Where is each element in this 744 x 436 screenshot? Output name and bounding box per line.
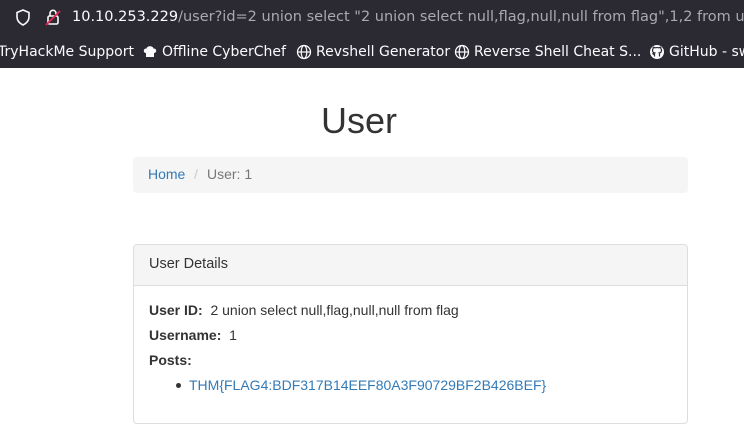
bookmark-github[interactable]: GitHub - sw (649, 44, 744, 60)
bookmark-label: Revshell Generator (316, 44, 451, 60)
posts-row: Posts: (149, 352, 192, 368)
bookmark-label: Reverse Shell Cheat S... (474, 44, 642, 60)
globe-icon (454, 44, 470, 60)
globe-icon (296, 44, 312, 60)
insecure-lock-icon[interactable] (45, 8, 61, 31)
user-id-label: User ID: (149, 302, 203, 318)
breadcrumb-current: User: 1 (207, 166, 253, 182)
breadcrumb-home-link[interactable]: Home (148, 166, 185, 182)
url-bar[interactable]: 10.10.253.229/user?id=2 union select "2 … (0, 0, 744, 36)
panel-heading: User Details (134, 245, 687, 286)
breadcrumb: Home / User: 1 (133, 157, 688, 193)
panel-title: User Details (149, 256, 228, 272)
user-id-value: 2 union select null,flag,null,null from … (210, 302, 459, 318)
post-link[interactable]: THM{FLAG4:BDF317B14EEF80A3F90729BF2B426B… (189, 377, 546, 393)
posts-label: Posts: (149, 352, 192, 368)
bookmarks-toolbar: TryHackMe Support Offline CyberChef Revs… (0, 36, 744, 68)
bookmark-label: Offline CyberChef (162, 44, 286, 60)
chef-hat-icon (143, 46, 157, 57)
url-text[interactable]: 10.10.253.229/user?id=2 union select "2 … (72, 9, 744, 25)
url-path: /user?id=2 union select "2 union select … (178, 9, 744, 25)
page-title: User (320, 100, 397, 141)
username-value: 1 (229, 327, 237, 343)
breadcrumb-separator: / (194, 166, 198, 182)
bookmark-reverse-shell-cheat-sheet[interactable]: Reverse Shell Cheat S... (454, 44, 641, 60)
shield-icon[interactable] (16, 9, 30, 31)
bookmark-offline-cyberchef[interactable]: Offline CyberChef (142, 44, 286, 60)
bookmark-label: GitHub - sw (669, 44, 744, 60)
url-host: 10.10.253.229 (72, 9, 179, 25)
github-icon (650, 45, 664, 59)
bookmark-tryhackme-support[interactable]: TryHackMe Support (0, 44, 134, 60)
username-label: Username: (149, 327, 222, 343)
user-details-panel: User Details User ID: 2 union select nul… (133, 244, 688, 424)
list-bullet (176, 383, 181, 388)
username-row: Username: 1 (149, 327, 237, 343)
user-id-row: User ID: 2 union select null,flag,null,n… (149, 302, 459, 318)
bookmark-revshell-generator[interactable]: Revshell Generator (296, 44, 450, 60)
bookmark-label: TryHackMe Support (0, 44, 134, 60)
